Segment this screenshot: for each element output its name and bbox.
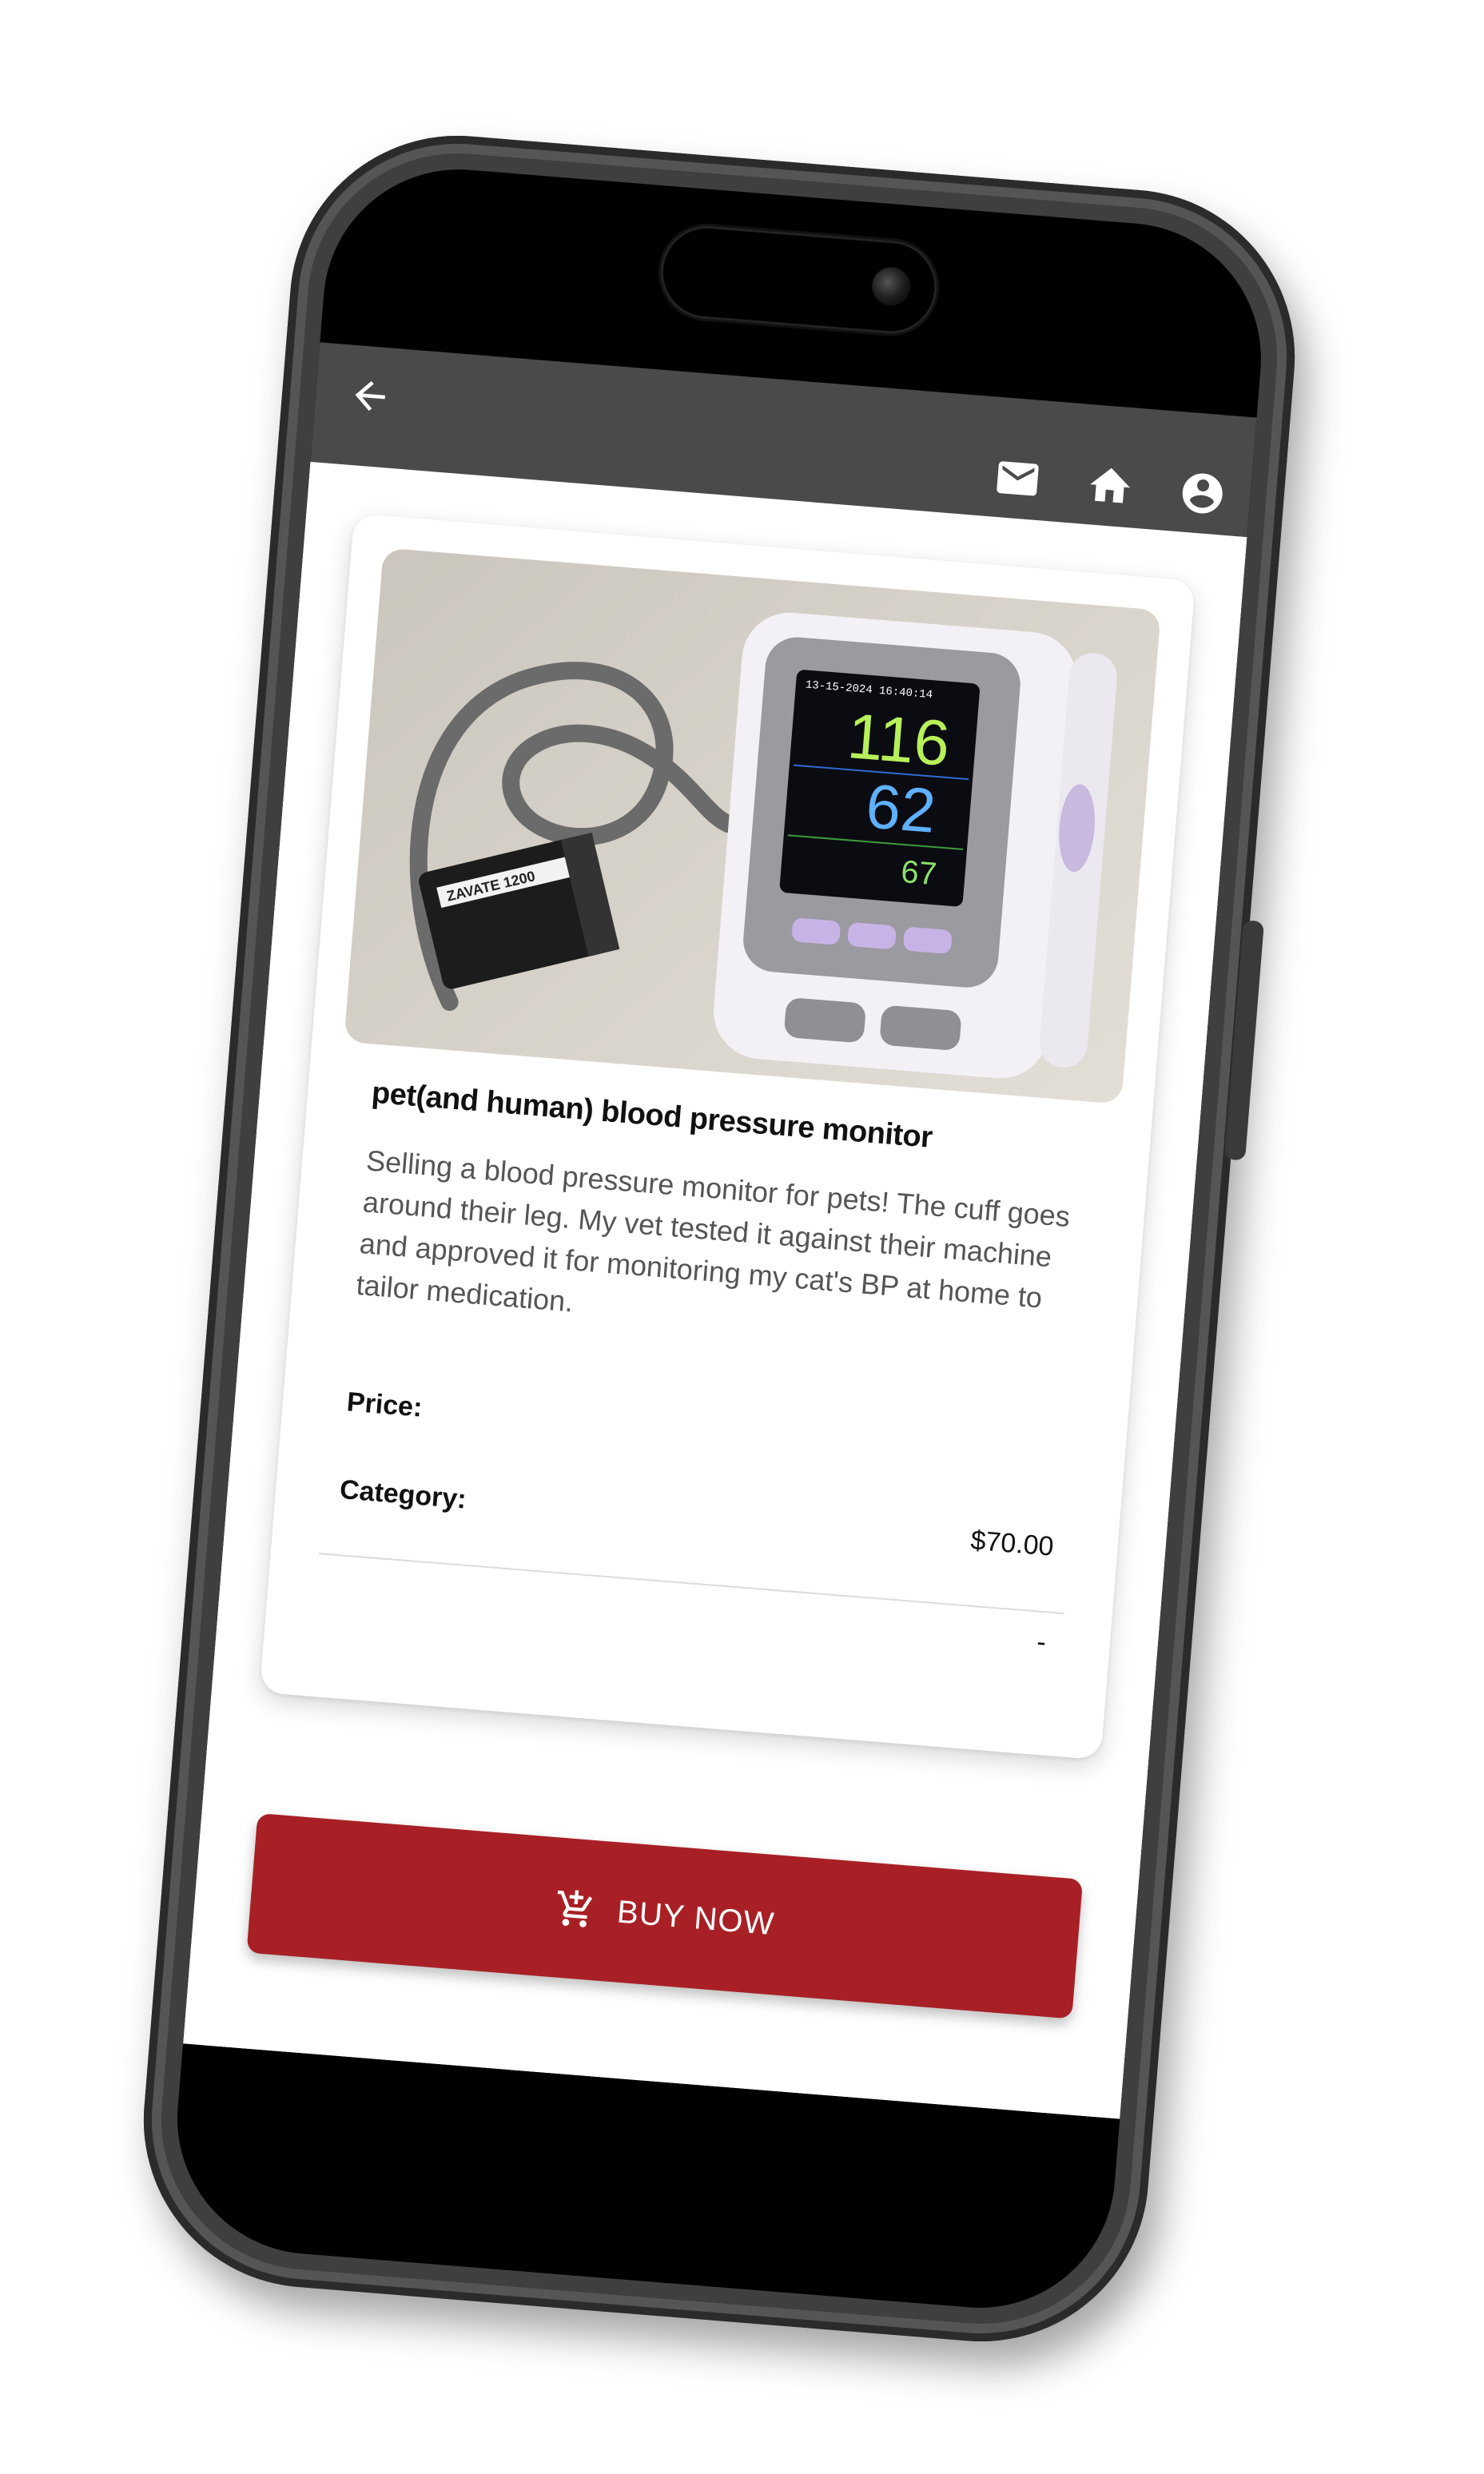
product-image: ZAVATE 1200 13-15-2024 16:40:14 116 62 6… — [344, 547, 1161, 1104]
display-diastolic: 62 — [864, 770, 939, 846]
divider — [318, 1553, 1064, 1615]
phone-screen: ZAVATE 1200 13-15-2024 16:40:14 116 62 6… — [166, 159, 1272, 2318]
price-label: Price: — [345, 1386, 424, 1423]
buy-now-button[interactable]: BUY NOW — [246, 1812, 1084, 2019]
content-area: ZAVATE 1200 13-15-2024 16:40:14 116 62 6… — [183, 461, 1247, 2119]
blood-pressure-monitor-image: ZAVATE 1200 13-15-2024 16:40:14 116 62 6… — [409, 612, 1117, 1079]
account-circle-icon — [1182, 473, 1223, 514]
mockup-stage: ZAVATE 1200 13-15-2024 16:40:14 116 62 6… — [0, 0, 1484, 2474]
price-row: Price: — [346, 1386, 1062, 1475]
mail-button[interactable] — [992, 453, 1044, 505]
product-description: Selling a blood pressure monitor for pet… — [355, 1144, 1072, 1319]
phone-frame: ZAVATE 1200 13-15-2024 16:40:14 116 62 6… — [130, 122, 1308, 2355]
dynamic-island — [657, 222, 941, 337]
home-button[interactable] — [1084, 460, 1136, 512]
product-card: ZAVATE 1200 13-15-2024 16:40:14 116 62 6… — [259, 513, 1196, 1760]
arrow-left-icon — [355, 380, 385, 412]
home-icon — [1090, 467, 1131, 503]
app-bar-actions — [992, 453, 1228, 519]
category-label: Category: — [338, 1474, 468, 1515]
price-value: $70.00 — [969, 1525, 1055, 1562]
display-pulse: 67 — [900, 854, 938, 892]
buy-now-label: BUY NOW — [615, 1894, 776, 1943]
category-row: Category: $70.00 — [339, 1474, 1055, 1563]
category-value: - — [1035, 1626, 1048, 1658]
cart-plus-icon — [558, 1889, 593, 1927]
mail-icon — [997, 461, 1039, 496]
account-button[interactable] — [1176, 467, 1228, 519]
back-button[interactable] — [346, 372, 394, 420]
camera-icon — [870, 265, 913, 308]
display-systolic: 116 — [845, 700, 952, 779]
